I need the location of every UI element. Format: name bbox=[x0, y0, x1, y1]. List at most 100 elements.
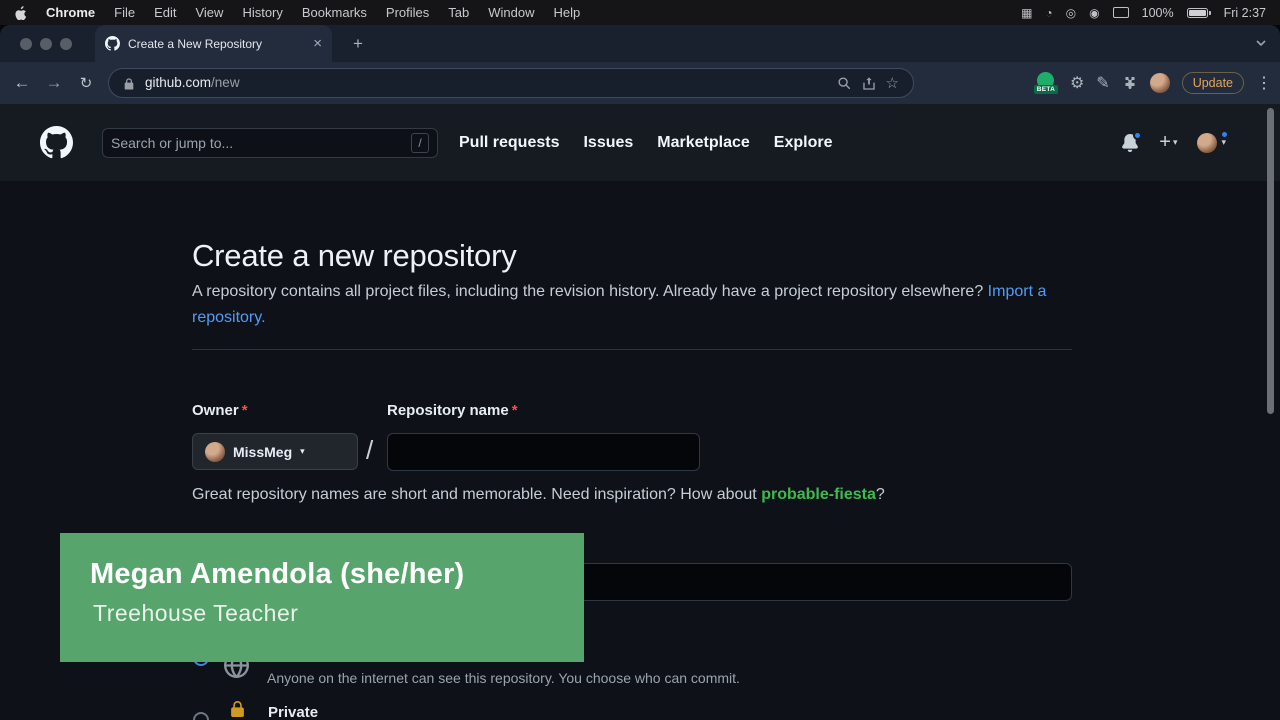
url-path: /new bbox=[211, 75, 240, 90]
page-intro: A repository contains all project files,… bbox=[192, 279, 1048, 331]
address-bar[interactable]: github.com/new ☆ bbox=[108, 68, 914, 98]
menubar-item-profiles[interactable]: Profiles bbox=[386, 5, 429, 20]
hint-suffix: ? bbox=[876, 486, 885, 503]
menubar-item-window[interactable]: Window bbox=[488, 5, 534, 20]
presenter-role: Treehouse Teacher bbox=[93, 600, 584, 627]
lock-icon[interactable] bbox=[123, 77, 135, 90]
browser-profile-avatar[interactable] bbox=[1150, 73, 1170, 93]
private-radio[interactable] bbox=[193, 712, 209, 720]
notifications-bell-icon[interactable] bbox=[1121, 134, 1139, 152]
editor-extension-icon[interactable]: ✎ bbox=[1096, 73, 1109, 93]
repository-name-input[interactable] bbox=[387, 433, 700, 471]
forward-button[interactable]: → bbox=[42, 71, 66, 95]
repository-name-label: Repository name* bbox=[387, 402, 518, 419]
menubar-item-view[interactable]: View bbox=[195, 5, 223, 20]
menubar-status-area: ▦ ◔ ◎ ◉ 100% Fri 2:37 bbox=[1021, 6, 1266, 20]
status-app-icon[interactable]: ◎ bbox=[1066, 6, 1076, 20]
tab-search-chevron-icon[interactable] bbox=[1254, 36, 1268, 50]
beta-extension-icon[interactable]: BETA bbox=[1034, 72, 1058, 94]
github-logo-icon[interactable] bbox=[40, 126, 73, 159]
chevron-down-icon: ▾ bbox=[1221, 137, 1226, 148]
nav-pull-requests[interactable]: Pull requests bbox=[459, 134, 559, 152]
new-tab-button[interactable]: + bbox=[346, 32, 370, 56]
nav-explore[interactable]: Explore bbox=[774, 134, 833, 152]
share-icon[interactable] bbox=[862, 76, 876, 91]
screen: Chrome File Edit View History Bookmarks … bbox=[0, 0, 1280, 720]
browser-toolbar: ← → ↻ github.com/new ☆ bbox=[0, 62, 1280, 104]
hint-text: Great repository names are short and mem… bbox=[192, 486, 761, 503]
bookmark-star-icon[interactable]: ☆ bbox=[886, 74, 899, 92]
toolbar-extensions: BETA ⚙ ✎ Update ⋮ bbox=[1034, 62, 1272, 104]
url-text: github.com/new bbox=[145, 74, 240, 92]
required-asterisk: * bbox=[512, 402, 518, 419]
owner-name: MissMeg bbox=[233, 444, 292, 460]
battery-percent: 100% bbox=[1142, 6, 1174, 20]
repo-name-hint: Great repository names are short and mem… bbox=[192, 486, 885, 504]
github-avatar[interactable] bbox=[1197, 133, 1217, 153]
owner-repo-separator: / bbox=[366, 435, 373, 466]
close-tab-icon[interactable]: × bbox=[313, 36, 322, 51]
reload-button[interactable]: ↻ bbox=[74, 71, 98, 95]
menubar-item-help[interactable]: Help bbox=[554, 5, 581, 20]
plus-icon: + bbox=[1159, 131, 1171, 154]
browser-window: Create a New Repository × + ← → ↻ github… bbox=[0, 25, 1280, 720]
status-grid-icon[interactable]: ▦ bbox=[1021, 6, 1032, 20]
browser-tab[interactable]: Create a New Repository × bbox=[95, 25, 332, 62]
macos-menubar: Chrome File Edit View History Bookmarks … bbox=[0, 0, 1280, 25]
close-window-button[interactable] bbox=[20, 38, 32, 50]
tab-favicon-github-icon bbox=[105, 36, 120, 51]
menubar-item-file[interactable]: File bbox=[114, 5, 135, 20]
chevron-down-icon: ▾ bbox=[300, 446, 305, 457]
status-clock-icon[interactable]: ◔ bbox=[1045, 6, 1052, 20]
window-controls bbox=[20, 38, 72, 50]
battery-icon bbox=[1187, 8, 1211, 18]
tab-strip: Create a New Repository × + bbox=[0, 25, 1280, 62]
menubar-item-history[interactable]: History bbox=[242, 5, 282, 20]
menubar-left: Chrome File Edit View History Bookmarks … bbox=[14, 5, 580, 20]
update-chrome-button[interactable]: Update bbox=[1182, 72, 1244, 94]
github-header-actions: + ▾ ▾ bbox=[1121, 104, 1226, 181]
puzzle-extensions-icon[interactable] bbox=[1122, 75, 1138, 91]
private-label: Private bbox=[268, 704, 318, 720]
page-title: Create a new repository bbox=[192, 238, 517, 274]
tab-title: Create a New Repository bbox=[128, 37, 305, 51]
owner-select-button[interactable]: MissMeg ▾ bbox=[192, 433, 358, 470]
zoom-icon[interactable] bbox=[837, 76, 852, 91]
page-scrollbar[interactable] bbox=[1267, 108, 1274, 414]
github-header: / Pull requests Issues Marketplace Explo… bbox=[0, 104, 1280, 181]
presenter-nameplate: Megan Amendola (she/her) Treehouse Teach… bbox=[60, 533, 584, 662]
menubar-item-chrome[interactable]: Chrome bbox=[46, 5, 95, 20]
github-search-input[interactable] bbox=[111, 135, 411, 151]
browser-menu-icon[interactable]: ⋮ bbox=[1256, 73, 1272, 93]
apple-menu-icon[interactable] bbox=[14, 5, 27, 20]
presenter-name: Megan Amendola (she/her) bbox=[90, 558, 584, 591]
back-button[interactable]: ← bbox=[10, 71, 34, 95]
avatar-notification-dot bbox=[1220, 130, 1229, 139]
suggested-repo-name[interactable]: probable-fiesta bbox=[761, 486, 876, 503]
owner-label: Owner* bbox=[192, 402, 248, 419]
status-shield-icon[interactable]: ◉ bbox=[1089, 6, 1099, 20]
github-search-box[interactable]: / bbox=[102, 128, 438, 158]
lock-icon bbox=[229, 701, 246, 718]
required-asterisk: * bbox=[242, 402, 248, 419]
minimize-window-button[interactable] bbox=[40, 38, 52, 50]
menubar-item-bookmarks[interactable]: Bookmarks bbox=[302, 5, 367, 20]
intro-text: A repository contains all project files,… bbox=[192, 283, 983, 300]
zoom-window-button[interactable] bbox=[60, 38, 72, 50]
notification-dot bbox=[1133, 131, 1142, 140]
github-nav: Pull requests Issues Marketplace Explore bbox=[459, 104, 832, 181]
nav-marketplace[interactable]: Marketplace bbox=[657, 134, 750, 152]
settings-extension-icon[interactable]: ⚙ bbox=[1070, 73, 1084, 93]
public-description: Anyone on the internet can see this repo… bbox=[267, 670, 740, 686]
divider bbox=[192, 349, 1072, 350]
search-shortcut-key: / bbox=[411, 133, 429, 153]
url-host: github.com bbox=[145, 75, 211, 90]
display-icon[interactable] bbox=[1113, 7, 1129, 18]
chevron-down-icon: ▾ bbox=[1173, 137, 1178, 148]
menubar-item-edit[interactable]: Edit bbox=[154, 5, 176, 20]
menubar-item-tab[interactable]: Tab bbox=[448, 5, 469, 20]
menubar-clock[interactable]: Fri 2:37 bbox=[1224, 6, 1266, 20]
create-new-dropdown[interactable]: + ▾ bbox=[1159, 131, 1177, 154]
profile-menu[interactable]: ▾ bbox=[1197, 133, 1226, 153]
nav-issues[interactable]: Issues bbox=[583, 134, 633, 152]
